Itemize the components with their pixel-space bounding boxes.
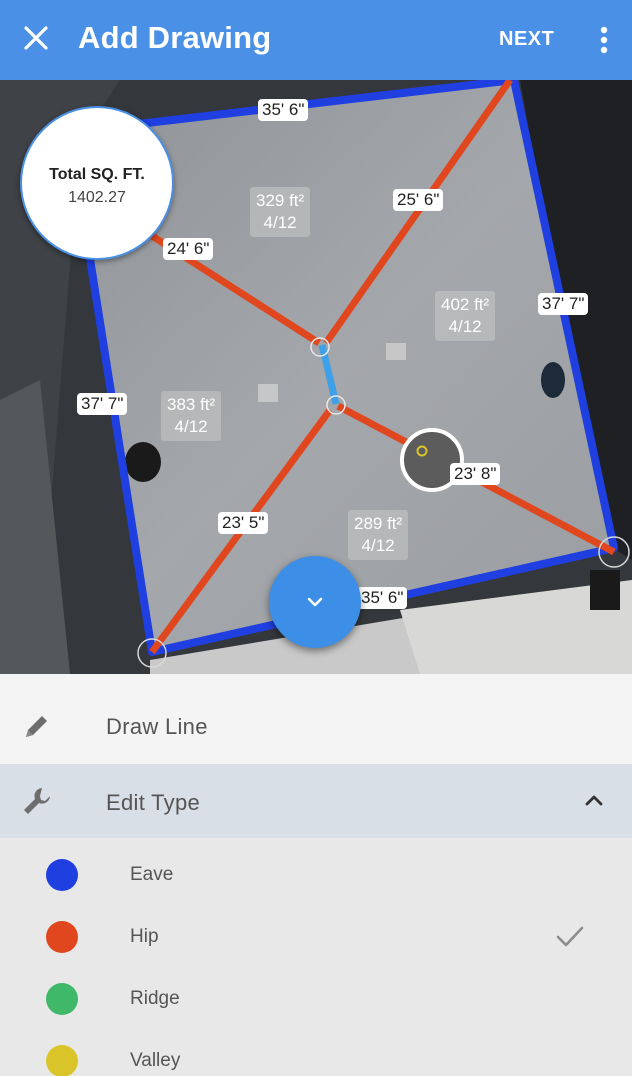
line-type-valley[interactable]: Valley <box>0 1030 632 1076</box>
area-value: 329 ft² <box>256 191 305 210</box>
edge-length-label: 23' 8" <box>450 463 501 485</box>
area-pitch: 4/12 <box>174 417 208 436</box>
eave-color-swatch <box>46 859 78 891</box>
edit-type-label: Edit Type <box>106 790 201 815</box>
total-sqft-value: 1402.27 <box>68 189 126 206</box>
roof-facet-area: 289 ft² 4/12 <box>348 510 409 560</box>
edge-length-label: 23' 5" <box>218 512 269 534</box>
chevron-up-icon[interactable] <box>580 790 608 810</box>
roof-facet-area: 329 ft² 4/12 <box>250 187 311 237</box>
area-pitch: 4/12 <box>361 536 395 555</box>
area-value: 383 ft² <box>167 395 216 414</box>
ridge-color-swatch <box>46 983 78 1015</box>
collapse-panel-button[interactable] <box>269 556 361 648</box>
edge-length-label: 37' 7" <box>77 393 128 415</box>
edge-length-label: 25' 6" <box>393 189 444 211</box>
area-pitch: 4/12 <box>448 317 482 336</box>
area-value: 402 ft² <box>441 295 490 314</box>
chevron-down-icon <box>307 597 323 607</box>
next-button[interactable]: NEXT <box>499 28 554 51</box>
total-sqft-badge: Total SQ. FT. 1402.27 <box>20 106 174 260</box>
draw-line-label: Draw Line <box>106 714 208 739</box>
line-type-eave[interactable]: Eave <box>0 844 632 906</box>
total-sqft-label: Total SQ. FT. <box>49 166 145 183</box>
app-bar: Add Drawing NEXT <box>0 0 632 80</box>
line-type-hip[interactable]: Hip <box>0 906 632 968</box>
valley-color-swatch <box>46 1045 78 1076</box>
edge-length-label: 37' 7" <box>538 293 589 315</box>
edge-length-label: 24' 6" <box>163 238 214 260</box>
area-pitch: 4/12 <box>263 213 297 232</box>
page-title: Add Drawing <box>78 20 272 55</box>
edit-type-row[interactable]: Edit Type <box>0 764 632 838</box>
line-type-list: Eave Hip Ridge Valley <box>0 838 632 1076</box>
line-type-label: Ridge <box>130 988 180 1009</box>
line-type-label: Eave <box>130 864 174 885</box>
wrench-icon <box>24 788 50 814</box>
roof-facet-area: 383 ft² 4/12 <box>161 391 222 441</box>
hip-color-swatch <box>46 921 78 953</box>
line-type-label: Hip <box>130 926 159 947</box>
edge-length-label: 35' 6" <box>357 587 408 609</box>
close-icon[interactable] <box>18 20 54 56</box>
line-type-label: Valley <box>130 1050 181 1071</box>
pencil-icon <box>26 716 47 737</box>
check-icon <box>556 926 584 947</box>
area-value: 289 ft² <box>354 514 403 533</box>
line-type-ridge[interactable]: Ridge <box>0 968 632 1030</box>
draw-line-row[interactable]: Draw Line <box>0 674 632 764</box>
tool-panel: Draw Line Edit Type Eave Hip Ridge Valle… <box>0 674 632 1076</box>
roof-facet-area: 402 ft² 4/12 <box>435 291 496 341</box>
more-vert-icon[interactable] <box>592 22 616 58</box>
edge-length-label: 35' 6" <box>258 99 309 121</box>
